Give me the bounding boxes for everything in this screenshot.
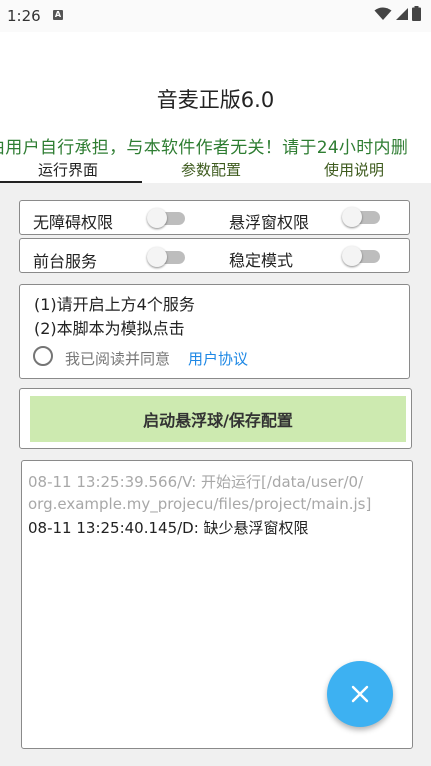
signal-icon (396, 7, 408, 20)
tab-bar: 运行界面 参数配置 使用说明 (0, 157, 431, 183)
switch-thumb (342, 207, 362, 227)
battery-icon (412, 6, 421, 21)
tab-run[interactable]: 运行界面 (38, 159, 98, 180)
close-icon (351, 685, 369, 703)
status-icons (374, 6, 421, 21)
log-line: 08-11 13:25:40.145/D: 缺少悬浮窗权限 (28, 519, 309, 537)
info-box: (1)请开启上方4个服务 (2)本脚本为模拟点击 我已阅读并同意 用户协议 (19, 284, 410, 379)
log-line: org.example.my_projecu/files/project/mai… (28, 495, 372, 513)
wifi-icon (374, 7, 392, 20)
stable-mode-switch[interactable] (342, 246, 382, 266)
foreground-service-label: 前台服务 (33, 252, 98, 271)
main-content: 无障碍权限 悬浮窗权限 前台服务 稳定模式 (1)请开启上方4个服务 (2)本脚… (0, 183, 431, 766)
log-line: 08-11 13:25:39.566/V: 开始运行[/data/user/0/ (28, 473, 364, 491)
accessibility-label: 无障碍权限 (33, 213, 114, 232)
tab-help[interactable]: 使用说明 (324, 159, 384, 180)
agree-text: 我已阅读并同意 (65, 350, 171, 368)
user-agreement-link[interactable]: 用户协议 (188, 348, 248, 369)
agree-radio[interactable] (33, 346, 53, 366)
info-line-2: (2)本脚本为模拟点击 (34, 319, 185, 338)
notice-marquee: 由用户自行承担，与本软件作者无关！请于24小时内删 (0, 138, 409, 158)
permission-row-2: 前台服务 稳定模式 (19, 238, 410, 273)
foreground-service-switch[interactable] (147, 247, 187, 267)
switch-thumb (147, 208, 167, 228)
floating-window-switch[interactable] (342, 207, 382, 227)
status-bar: 1:26 A (0, 0, 431, 32)
start-floating-ball-button[interactable]: 启动悬浮球/保存配置 (30, 396, 406, 442)
tab-params[interactable]: 参数配置 (181, 159, 241, 180)
switch-thumb (342, 246, 362, 266)
switch-thumb (147, 247, 167, 267)
notification-a-icon: A (53, 10, 63, 20)
close-fab-button[interactable] (327, 661, 393, 727)
status-time: 1:26 (7, 7, 41, 25)
app-title: 音麦正版6.0 (156, 88, 275, 112)
permission-row-1: 无障碍权限 悬浮窗权限 (19, 200, 410, 235)
start-button-box: 启动悬浮球/保存配置 (19, 388, 412, 449)
info-line-1: (1)请开启上方4个服务 (34, 295, 195, 314)
accessibility-switch[interactable] (147, 208, 187, 228)
stable-mode-label: 稳定模式 (229, 251, 294, 270)
floating-window-label: 悬浮窗权限 (229, 213, 310, 232)
